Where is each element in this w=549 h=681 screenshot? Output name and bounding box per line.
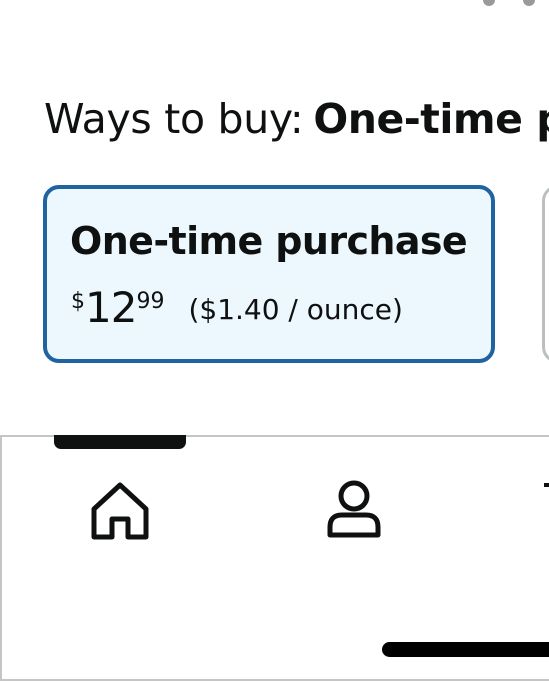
home-icon[interactable]	[90, 481, 150, 541]
price-symbol: $	[71, 289, 85, 314]
option-price: $ 12 99 ($1.40 / ounce)	[71, 285, 403, 331]
active-tab-indicator	[54, 435, 186, 449]
overflow-indicator	[479, 0, 549, 6]
one-time-purchase-option[interactable]: One-time purchase $ 12 99 ($1.40 / ounce…	[43, 185, 495, 363]
dot-icon	[523, 0, 535, 6]
account-icon[interactable]	[324, 479, 384, 539]
ways-to-buy-selected-value: One-time p	[313, 95, 549, 143]
home-indicator-bar	[382, 642, 549, 657]
price-fraction: 99	[136, 289, 165, 314]
dot-icon	[483, 0, 495, 6]
price-whole: 12	[85, 283, 137, 332]
ways-to-buy-label: Ways to buy:	[44, 95, 304, 143]
bottom-nav-bar	[0, 435, 549, 681]
unit-price: ($1.40 / ounce)	[188, 293, 403, 326]
subscribe-option-card[interactable]	[542, 185, 549, 363]
ways-to-buy-row: Ways to buy: One-time p	[44, 94, 549, 144]
cart-icon[interactable]	[544, 483, 549, 487]
option-title: One-time purchase	[70, 219, 468, 263]
product-page: Ways to buy: One-time p One-time purchase…	[0, 0, 549, 681]
